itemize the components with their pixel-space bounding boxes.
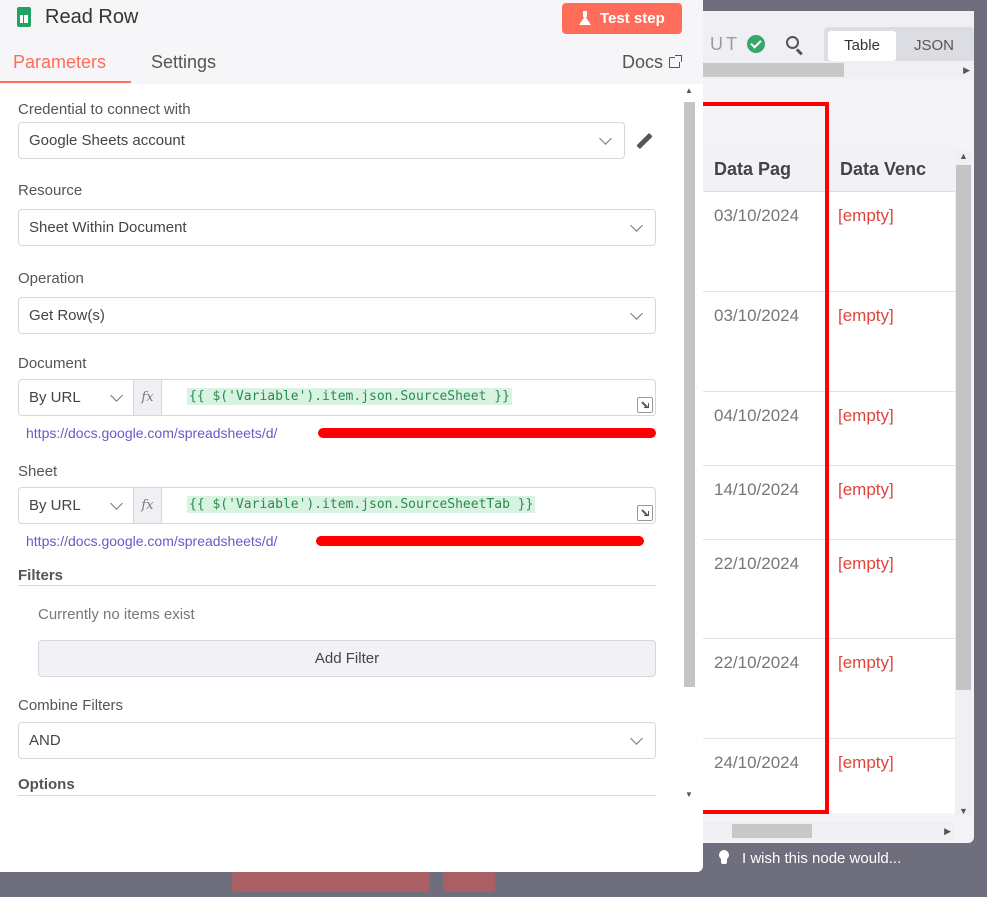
chevron-down-icon	[599, 132, 612, 145]
scroll-thumb[interactable]	[956, 165, 971, 690]
sheet-mode-value: By URL	[29, 497, 81, 514]
red-highlight-annotation	[697, 102, 829, 814]
resource-value: Sheet Within Document	[29, 219, 187, 236]
docs-link[interactable]: Docs	[622, 52, 683, 73]
view-toggle: Table JSON	[824, 27, 974, 61]
google-sheets-icon	[17, 7, 31, 27]
scroll-up-arrow[interactable]: ▲	[959, 151, 968, 161]
cell-empty: [empty]	[838, 480, 894, 499]
feedback-link[interactable]: I wish this node would...	[718, 850, 901, 867]
background-node-button	[232, 872, 430, 892]
chevron-down-icon	[630, 219, 643, 232]
combine-filters-select[interactable]: AND	[18, 722, 656, 759]
test-step-button[interactable]: Test step	[562, 3, 682, 34]
node-title[interactable]: Read Row	[45, 6, 138, 29]
horizontal-scrollbar-top[interactable]: ▶	[702, 61, 974, 79]
document-label: Document	[18, 355, 87, 372]
cell-empty: [empty]	[838, 653, 894, 672]
view-tab-table[interactable]: Table	[828, 31, 896, 61]
sheet-field[interactable]: By URL fx {{ $('Variable').item.json.Sou…	[18, 487, 656, 524]
panel-scrollbar[interactable]: ▲ ▼	[683, 84, 697, 804]
scroll-down-arrow[interactable]: ▼	[685, 790, 693, 799]
node-parameters-panel: Read Row Test step Parameters Settings D…	[0, 0, 703, 872]
filters-label: Filters	[18, 567, 64, 584]
resource-select[interactable]: Sheet Within Document	[18, 209, 656, 246]
external-link-icon	[669, 55, 683, 68]
redaction-mark	[316, 536, 644, 546]
expand-icon[interactable]	[637, 505, 653, 521]
tab-settings[interactable]: Settings	[151, 52, 216, 73]
redaction-mark	[318, 428, 656, 438]
add-filter-button[interactable]: Add Filter	[38, 640, 656, 677]
cell-empty: [empty]	[838, 306, 894, 325]
no-items-text: Currently no items exist	[38, 606, 195, 623]
chevron-down-icon	[110, 389, 123, 402]
scroll-right-arrow[interactable]: ▶	[963, 65, 970, 76]
cell-empty: [empty]	[838, 406, 894, 425]
edit-pencil-icon[interactable]	[636, 133, 652, 149]
background-delete-button	[443, 872, 495, 892]
feedback-text: I wish this node would...	[742, 850, 902, 867]
scroll-down-arrow[interactable]: ▼	[959, 806, 968, 816]
scroll-right-arrow[interactable]: ▶	[944, 826, 951, 837]
chevron-down-icon	[630, 307, 643, 320]
cell-empty: [empty]	[838, 554, 894, 573]
operation-label: Operation	[18, 270, 84, 287]
chevron-down-icon	[630, 732, 643, 745]
search-icon[interactable]	[786, 36, 799, 49]
combine-filters-label: Combine Filters	[18, 697, 124, 714]
success-check-icon	[747, 35, 765, 53]
scroll-thumb[interactable]	[684, 102, 695, 687]
cell-empty: [empty]	[838, 753, 894, 772]
options-divider	[18, 795, 656, 796]
sheet-url-text: https://docs.google.com/spreadsheets/d/	[26, 533, 278, 549]
scroll-thumb[interactable]	[732, 824, 812, 838]
chevron-down-icon	[110, 497, 123, 510]
filters-divider	[18, 585, 656, 586]
scroll-thumb[interactable]	[702, 63, 844, 77]
expression-fx-icon: fx	[134, 488, 162, 523]
document-url-text: https://docs.google.com/spreadsheets/d/	[26, 425, 278, 441]
document-expression[interactable]: {{ $('Variable').item.json.SourceSheet }…	[187, 388, 512, 405]
combine-filters-value: AND	[29, 732, 61, 749]
vertical-scrollbar[interactable]: ▲ ▼	[955, 151, 972, 816]
cell-empty: [empty]	[838, 206, 894, 225]
options-label: Options	[18, 776, 75, 793]
sheet-mode-select[interactable]: By URL	[19, 488, 134, 523]
lightbulb-icon	[718, 850, 730, 864]
test-step-label: Test step	[600, 10, 665, 27]
resource-label: Resource	[18, 182, 83, 199]
document-mode-select[interactable]: By URL	[19, 380, 134, 415]
sheet-expression[interactable]: {{ $('Variable').item.json.SourceSheetTa…	[187, 496, 536, 513]
horizontal-scrollbar-bottom[interactable]: ▶	[702, 822, 955, 840]
document-mode-value: By URL	[29, 389, 81, 406]
expression-fx-icon: fx	[134, 380, 162, 415]
expand-icon[interactable]	[637, 397, 653, 413]
output-title: UT	[710, 34, 740, 54]
column-header-data-venc[interactable]: Data Venc	[826, 146, 957, 192]
view-tab-json[interactable]: JSON	[904, 31, 964, 61]
active-tab-underline	[0, 81, 131, 83]
sheet-label: Sheet	[18, 463, 58, 480]
credential-value: Google Sheets account	[29, 132, 185, 149]
docs-label: Docs	[622, 52, 664, 72]
operation-value: Get Row(s)	[29, 307, 105, 324]
credential-label: Credential to connect with	[18, 101, 191, 118]
panel-header: Read Row Test step Parameters Settings D…	[0, 0, 703, 84]
credential-select[interactable]: Google Sheets account	[18, 122, 625, 159]
scroll-up-arrow[interactable]: ▲	[685, 86, 693, 95]
flask-icon	[579, 11, 591, 25]
tab-parameters[interactable]: Parameters	[13, 52, 106, 73]
operation-select[interactable]: Get Row(s)	[18, 297, 656, 334]
document-field[interactable]: By URL fx {{ $('Variable').item.json.Sou…	[18, 379, 656, 416]
